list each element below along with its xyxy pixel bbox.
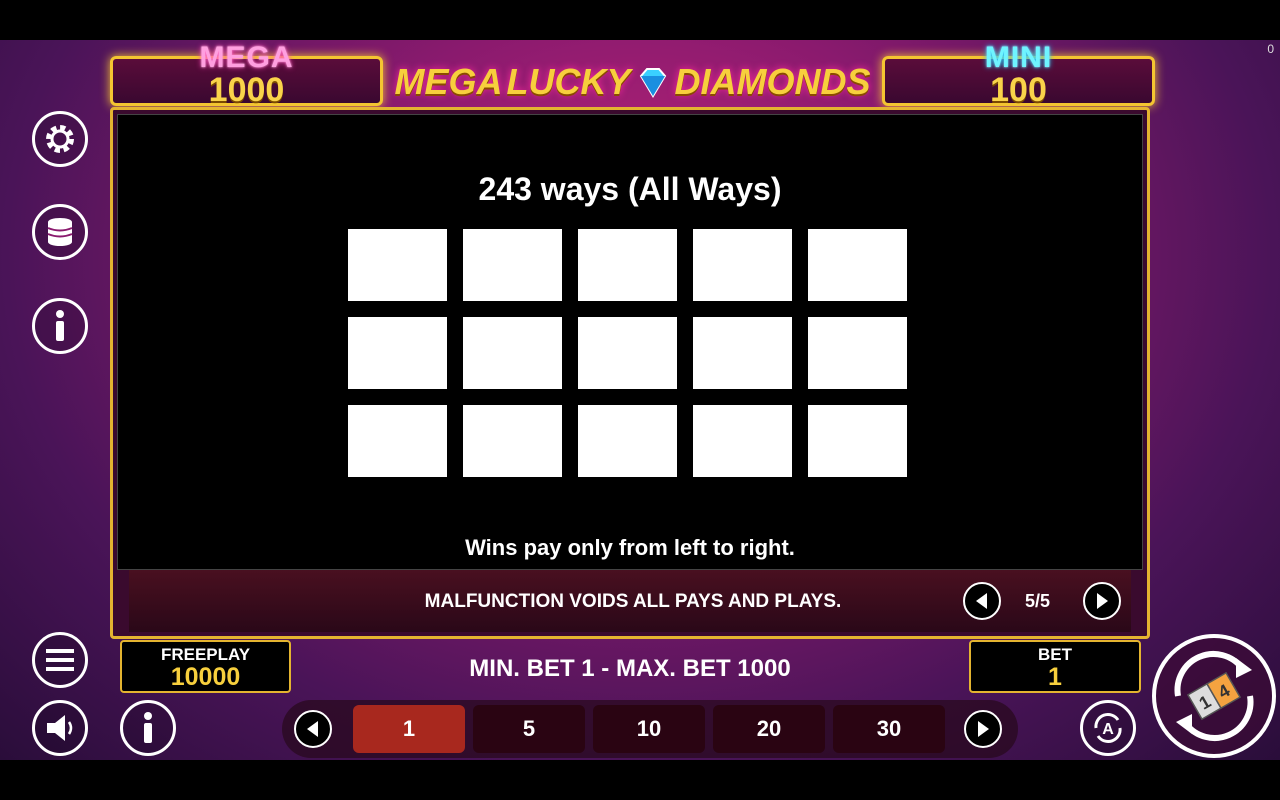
ways-grid-cell: [463, 317, 562, 389]
page-indicator: 5/5: [1025, 591, 1051, 611]
bet-option-4[interactable]: 30: [833, 705, 945, 753]
next-page-button[interactable]: [1083, 582, 1121, 620]
bet-option-0[interactable]: 1: [353, 705, 465, 753]
ways-grid-cell: [463, 229, 562, 301]
bet-option-1[interactable]: 5: [473, 705, 585, 753]
svg-text:A: A: [1102, 721, 1114, 738]
paytable-overlay: 243 ways (All Ways) Wins pay only from l…: [117, 114, 1143, 570]
game-logo: MEGA LUCKY DIAMONDS: [390, 58, 875, 106]
bet-limits: MIN. BET 1 - MAX. BET 1000: [469, 655, 791, 682]
freeplay-label: FREEPLAY: [160, 645, 251, 664]
ways-grid-cell: [693, 317, 792, 389]
reel-frame: 243 ways (All Ways) Wins pay only from l…: [110, 107, 1150, 639]
ways-grid: [348, 229, 907, 478]
bet-decrease-button[interactable]: [294, 710, 332, 748]
prev-page-button[interactable]: [963, 582, 1001, 620]
ways-grid-cell: [463, 405, 562, 477]
logo-word-lucky: LUCKY: [506, 61, 631, 102]
diamond-icon: [639, 68, 666, 98]
ways-title: 243 ways (All Ways): [478, 171, 782, 207]
gear-icon: [46, 125, 74, 153]
ways-grid-cell: [578, 405, 677, 477]
arrow-left-icon: [976, 593, 987, 609]
bet-increase-button[interactable]: [964, 710, 1002, 748]
mega-jackpot-label: MEGA: [199, 41, 294, 74]
mini-jackpot-value: 100: [990, 71, 1047, 109]
logo-word-mega: MEGA: [394, 61, 503, 102]
bet-value: 1: [1048, 663, 1062, 691]
info-button-top[interactable]: [32, 298, 88, 354]
ways-grid-cell: [578, 317, 677, 389]
bet-label: BET: [1038, 645, 1072, 664]
ways-grid-cell: [348, 405, 447, 477]
ways-grid-cell: [808, 405, 907, 477]
mini-jackpot: MINI 100: [882, 41, 1155, 109]
bet-box: BET 1: [969, 640, 1141, 693]
mini-jackpot-label: MINI: [984, 41, 1053, 74]
settings-button[interactable]: [32, 111, 88, 167]
ways-grid-cell: [693, 405, 792, 477]
arrow-right-icon: [978, 721, 989, 737]
autoplay-button[interactable]: A: [1080, 700, 1136, 756]
wins-note: Wins pay only from left to right.: [465, 535, 795, 560]
info-icon: [56, 310, 64, 341]
sound-button[interactable]: [32, 700, 88, 756]
mega-jackpot-value: 1000: [208, 71, 285, 109]
coin-stack-icon: [47, 218, 73, 246]
ways-grid-cell: [578, 229, 677, 301]
logo-word-diamonds: DIAMONDS: [674, 61, 871, 102]
bet-option-2[interactable]: 10: [593, 705, 705, 753]
freeplay-value: 10000: [170, 663, 241, 691]
spin-arrows-icon: 1 4: [1174, 650, 1254, 742]
coins-button[interactable]: [32, 204, 88, 260]
game-screen: 0 MEGA 1000 MEGA LUCKY DIAMONDS MINI 100: [0, 40, 1280, 760]
autoplay-icon: A: [1094, 713, 1122, 743]
menu-button[interactable]: [32, 632, 88, 688]
freeplay-box: FREEPLAY 10000: [120, 640, 291, 693]
arrow-left-icon: [307, 721, 318, 737]
mega-jackpot: MEGA 1000: [110, 41, 383, 109]
ways-grid-cell: [808, 229, 907, 301]
ways-grid-cell: [348, 229, 447, 301]
ways-grid-cell: [808, 317, 907, 389]
hamburger-menu-icon: [46, 649, 74, 671]
spin-button[interactable]: 1 4: [1152, 634, 1276, 758]
arrow-right-icon: [1097, 593, 1108, 609]
info-icon: [144, 712, 152, 743]
corner-counter: 0: [1267, 42, 1274, 56]
ways-grid-cell: [348, 317, 447, 389]
info-button-bottom[interactable]: [120, 700, 176, 756]
bet-selector: 1 5 10 20 30: [282, 700, 1018, 758]
malfunction-notice: MALFUNCTION VOIDS ALL PAYS AND PLAYS.: [424, 591, 842, 612]
speaker-icon: [47, 715, 73, 741]
ways-grid-cell: [693, 229, 792, 301]
bet-option-3[interactable]: 20: [713, 705, 825, 753]
